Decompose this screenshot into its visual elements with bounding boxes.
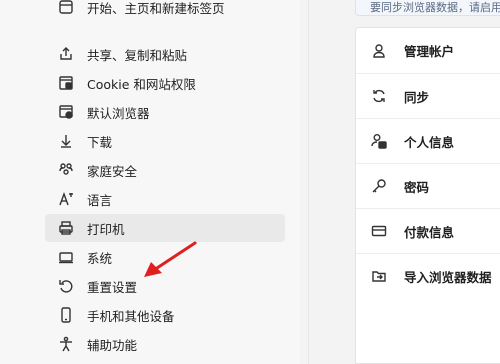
sidebar-item-label: 手机和其他设备 bbox=[87, 308, 175, 324]
sidebar-item-language[interactable]: 语言 bbox=[45, 185, 285, 213]
profile-item-label: 密码 bbox=[404, 179, 430, 195]
sidebar-item-label: 家庭安全 bbox=[87, 163, 138, 179]
sidebar-item-label: 重置设置 bbox=[87, 279, 138, 295]
sidebar-item-label: 共享、复制和粘贴 bbox=[87, 47, 188, 63]
printer-icon bbox=[57, 219, 75, 237]
import-icon bbox=[370, 267, 388, 285]
profile-item-label: 个人信息 bbox=[404, 134, 455, 150]
sidebar-item-share[interactable]: 共享、复制和粘贴 bbox=[45, 40, 285, 68]
language-icon bbox=[57, 190, 75, 208]
download-icon bbox=[57, 132, 75, 150]
profile-item-label: 同步 bbox=[404, 89, 430, 105]
sync-icon bbox=[370, 87, 388, 105]
sidebar-item-label: 语言 bbox=[87, 192, 113, 208]
cookie-permissions-icon bbox=[57, 74, 75, 92]
sidebar-item-start-home[interactable]: 开始、主页和新建标签页 bbox=[45, 0, 285, 21]
reset-icon bbox=[57, 277, 75, 295]
system-icon bbox=[57, 248, 75, 266]
sidebar-item-label: 打印机 bbox=[87, 221, 125, 237]
profile-item-label: 导入浏览器数据 bbox=[404, 269, 492, 285]
profile-item-payment[interactable]: 付款信息 bbox=[356, 208, 500, 253]
start-home-icon bbox=[57, 0, 75, 16]
phone-icon bbox=[57, 306, 75, 324]
profile-item-sync[interactable]: 同步 bbox=[356, 73, 500, 118]
sync-banner-text: 要同步浏览器数据，请启用 bbox=[370, 1, 500, 14]
sidebar-item-label: 默认浏览器 bbox=[87, 105, 150, 121]
sync-banner: 要同步浏览器数据，请启用 bbox=[355, 0, 500, 16]
sidebar-item-label: 开始、主页和新建标签页 bbox=[87, 0, 225, 16]
accessibility-icon bbox=[57, 335, 75, 353]
profile-item-personal-info[interactable]: 个人信息 bbox=[356, 118, 500, 163]
sidebar-item-reset[interactable]: 重置设置 bbox=[45, 272, 285, 300]
sidebar-item-label: 辅助功能 bbox=[87, 337, 138, 353]
sidebar-item-label: 系统 bbox=[87, 250, 113, 266]
card-icon bbox=[370, 222, 388, 240]
profile-item-label: 付款信息 bbox=[404, 224, 455, 240]
personal-info-icon bbox=[370, 132, 388, 150]
profile-item-import[interactable]: 导入浏览器数据 bbox=[356, 253, 500, 298]
default-browser-icon bbox=[57, 103, 75, 121]
sidebar-item-cookies[interactable]: Cookie 和网站权限 bbox=[45, 69, 285, 97]
profile-item-manage-account[interactable]: 管理帐户 bbox=[356, 28, 500, 73]
sidebar-item-default-browser[interactable]: 默认浏览器 bbox=[45, 98, 285, 126]
key-icon bbox=[370, 177, 388, 195]
profile-menu-card: 管理帐户 同步 个人信息 密码 付款信息 导入浏览器数据 bbox=[355, 27, 500, 364]
person-icon bbox=[370, 42, 388, 60]
family-icon bbox=[57, 161, 75, 179]
sidebar-item-printer[interactable]: 打印机 bbox=[45, 214, 285, 242]
sidebar-item-accessibility[interactable]: 辅助功能 bbox=[45, 330, 285, 358]
sidebar-item-system[interactable]: 系统 bbox=[45, 243, 285, 271]
sidebar-item-phone[interactable]: 手机和其他设备 bbox=[45, 301, 285, 329]
profile-item-passwords[interactable]: 密码 bbox=[356, 163, 500, 208]
share-icon bbox=[57, 45, 75, 63]
divider bbox=[308, 0, 309, 364]
sidebar-item-family[interactable]: 家庭安全 bbox=[45, 156, 285, 184]
sidebar-item-label: Cookie 和网站权限 bbox=[87, 76, 196, 92]
profile-item-label: 管理帐户 bbox=[404, 44, 455, 59]
sidebar-item-downloads[interactable]: 下载 bbox=[45, 127, 285, 155]
settings-sidebar: 开始、主页和新建标签页 共享、复制和粘贴 Cookie 和网站权限 默认浏览器 … bbox=[0, 0, 300, 364]
sidebar-item-label: 下载 bbox=[87, 134, 113, 150]
